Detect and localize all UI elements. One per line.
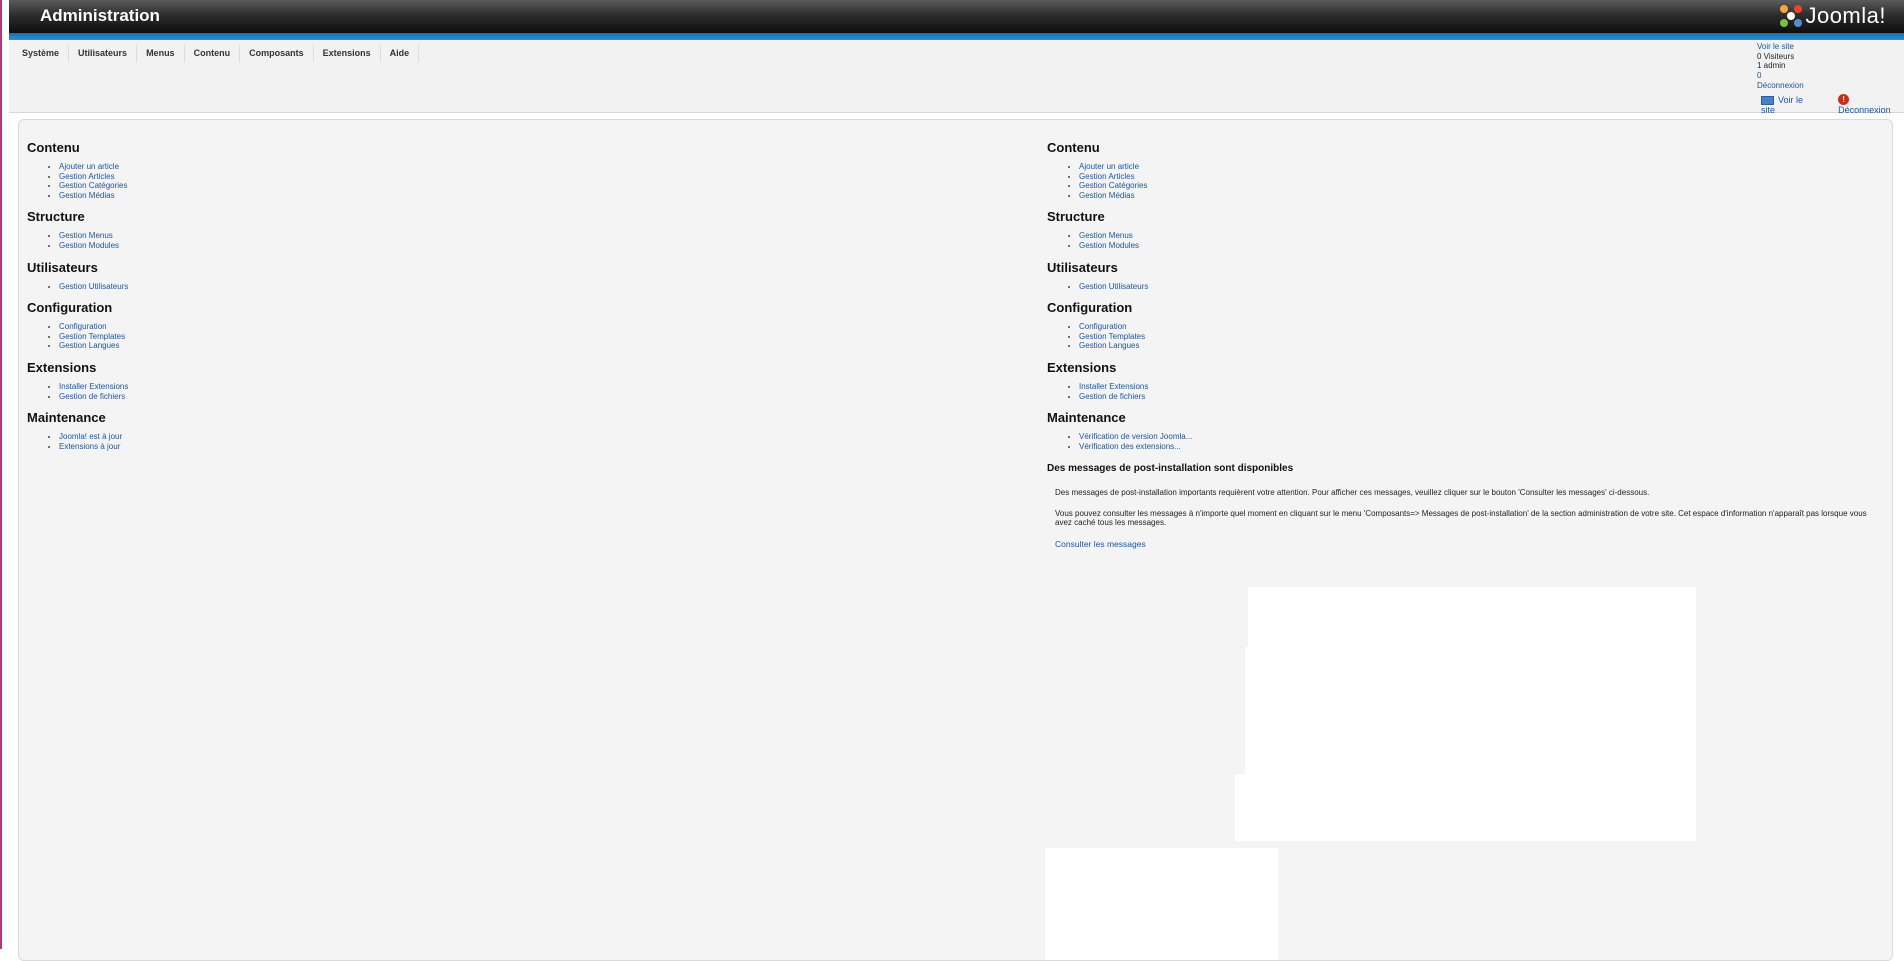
link-gestion-articles[interactable]: Gestion Articles [59,172,115,181]
section-utilisateurs: Utilisateurs Gestion Utilisateurs [1047,260,1887,292]
status-logout-link[interactable]: Déconnexion [1757,81,1804,90]
link-joomla-a-jour[interactable]: Joomla! est à jour [59,432,122,441]
section-contenu: Contenu Ajouter un article Gestion Artic… [27,140,927,200]
link-verification-version[interactable]: Vérification de version Joomla... [1079,432,1192,441]
logout-label: Déconnexion [1838,105,1891,116]
status-visitors: 0 Visiteurs [1757,51,1795,61]
menu-item-aide[interactable]: Aide [381,45,420,62]
quickicons-right: Contenu Ajouter un article Gestion Artic… [1047,140,1887,549]
view-site-link[interactable]: Voir le site [1761,95,1818,115]
section-title: Maintenance [27,410,106,426]
link-verification-extensions[interactable]: Vérification des extensions... [1079,442,1181,451]
section-title: Configuration [1047,300,1133,316]
section-structure: Structure Gestion Menus Gestion Modules [1047,209,1887,250]
link-installer-extensions[interactable]: Installer Extensions [59,382,128,391]
menu-item-extensions[interactable]: Extensions [314,45,381,62]
section-maintenance: Maintenance Vérification de version Joom… [1047,410,1887,451]
app-title: Administration [40,6,160,25]
joomla-logo-icon [1780,5,1803,27]
status-overlap-stack: Voir le site 0 Visiteurs 1 admin 0 Décon… [1757,42,1804,91]
blank-area [1235,774,1696,841]
consulter-messages-link[interactable]: Consulter les messages [1055,539,1887,549]
section-title: Utilisateurs [27,259,98,275]
section-extensions: Extensions Installer Extensions Gestion … [27,360,927,401]
link-installer-extensions[interactable]: Installer Extensions [1079,382,1148,391]
page-edge [0,0,2,949]
link-gestion-templates[interactable]: Gestion Templates [1079,332,1145,341]
link-gestion-modules[interactable]: Gestion Modules [1079,241,1139,250]
section-configuration: Configuration Configuration Gestion Temp… [1047,300,1887,351]
main-menu: Système Utilisateurs Menus Contenu Compo… [13,45,420,62]
link-gestion-medias[interactable]: Gestion Médias [1079,191,1135,200]
section-title: Contenu [1047,140,1100,155]
status-view-site-link[interactable]: Voir le site [1757,42,1794,51]
section-contenu: Contenu Ajouter un article Gestion Artic… [1047,140,1887,200]
section-configuration: Configuration Configuration Gestion Temp… [27,300,927,351]
logout-icon: ! [1838,94,1850,106]
link-gestion-utilisateurs[interactable]: Gestion Utilisateurs [1079,282,1148,291]
logout-link[interactable]: !Déconnexion [1838,94,1904,115]
postinstall-paragraph: Vous pouvez consulter les messages à n'i… [1055,508,1867,528]
section-title: Structure [27,209,85,225]
menu-item-composants[interactable]: Composants [240,45,314,62]
menu-item-menus[interactable]: Menus [137,45,185,62]
link-ajouter-article[interactable]: Ajouter un article [1079,162,1139,171]
section-title: Extensions [1047,359,1117,375]
link-gestion-fichiers[interactable]: Gestion de fichiers [1079,392,1145,401]
section-title: Extensions [27,359,97,375]
status-messages-link[interactable]: 0 [1757,71,1761,80]
postinstall-messages: Des messages de post-installation sont d… [1047,463,1887,549]
menu-item-systeme[interactable]: Système [13,45,70,62]
link-gestion-categories[interactable]: Gestion Catégories [59,181,127,190]
link-gestion-fichiers[interactable]: Gestion de fichiers [59,392,125,401]
section-maintenance: Maintenance Joomla! est à jour Extension… [27,410,927,451]
link-gestion-articles[interactable]: Gestion Articles [1079,172,1135,181]
section-title: Utilisateurs [1047,259,1118,275]
status-links: Voir le site !Déconnexion [1761,94,1904,115]
link-gestion-utilisateurs[interactable]: Gestion Utilisateurs [59,282,128,291]
section-title: Structure [1047,209,1105,225]
menu-item-contenu[interactable]: Contenu [185,45,241,62]
link-configuration[interactable]: Configuration [1079,322,1127,331]
link-gestion-medias[interactable]: Gestion Médias [59,191,115,200]
section-structure: Structure Gestion Menus Gestion Modules [27,209,927,250]
joomla-logo-text: Joomla! [1805,3,1886,28]
section-title: Configuration [27,300,113,316]
link-extensions-a-jour[interactable]: Extensions à jour [59,442,120,451]
menubar: Système Utilisateurs Menus Contenu Compo… [9,40,1904,115]
monitor-icon [1761,95,1774,105]
header-stripe [9,33,1904,40]
menu-item-utilisateurs[interactable]: Utilisateurs [69,45,138,62]
blank-area [1045,848,1278,960]
section-utilisateurs: Utilisateurs Gestion Utilisateurs [27,260,927,292]
postinstall-paragraph: Des messages de post-installation import… [1055,488,1650,498]
link-ajouter-article[interactable]: Ajouter un article [59,162,119,171]
link-gestion-langues[interactable]: Gestion Langues [59,341,120,350]
link-gestion-menus[interactable]: Gestion Menus [59,231,113,240]
admin-header: Administration Joomla! [9,0,1904,33]
section-title: Maintenance [1047,410,1126,426]
joomla-logo[interactable]: Joomla! [1780,3,1886,29]
status-admins: 1 admin [1757,61,1786,71]
blank-area [1248,587,1696,649]
section-title: Contenu [27,140,80,155]
link-gestion-langues[interactable]: Gestion Langues [1079,341,1140,350]
link-gestion-categories[interactable]: Gestion Catégories [1079,181,1147,190]
link-gestion-menus[interactable]: Gestion Menus [1079,231,1133,240]
link-gestion-templates[interactable]: Gestion Templates [59,332,125,341]
main-panel: Contenu Ajouter un article Gestion Artic… [18,119,1893,961]
link-configuration[interactable]: Configuration [59,322,107,331]
section-extensions: Extensions Installer Extensions Gestion … [1047,360,1887,401]
link-gestion-modules[interactable]: Gestion Modules [59,241,119,250]
quickicons-left: Contenu Ajouter un article Gestion Artic… [27,140,927,460]
postinstall-heading: Des messages de post-installation sont d… [1047,463,1294,475]
